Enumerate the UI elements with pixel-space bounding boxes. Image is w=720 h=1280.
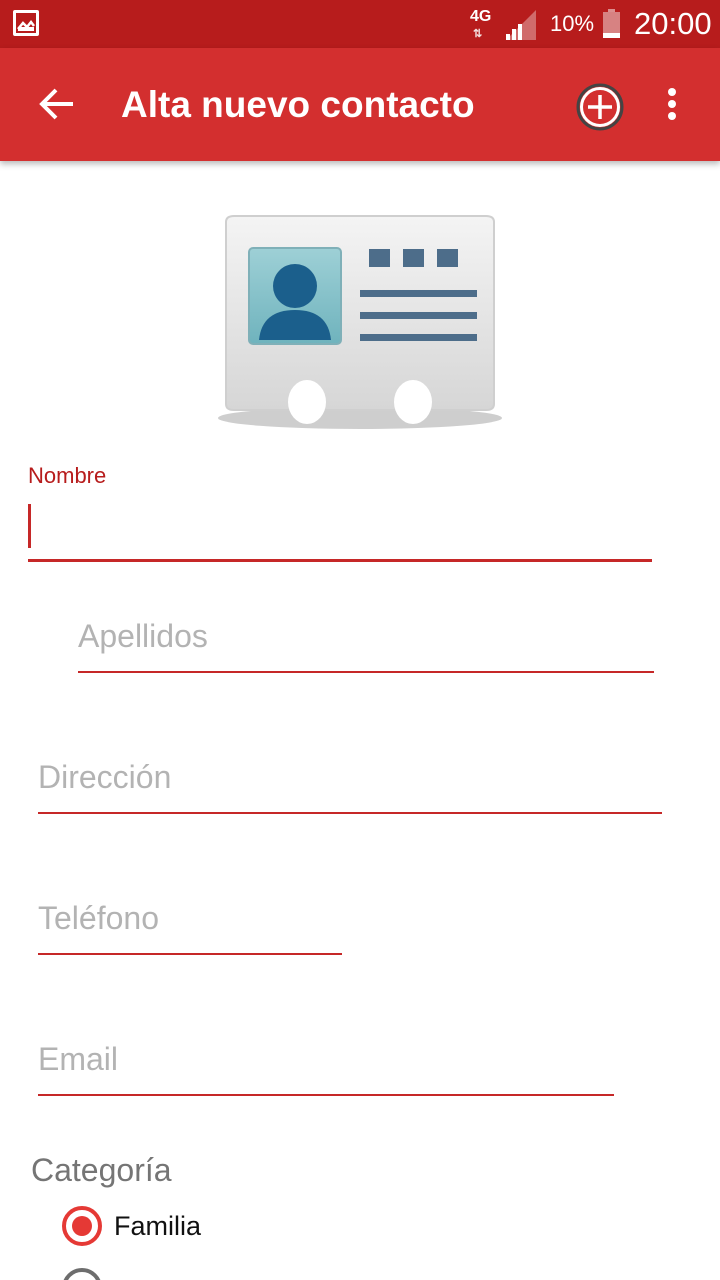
network-type: 4G [470, 8, 492, 25]
back-arrow-icon [39, 88, 73, 120]
page-title: Alta nuevo contacto [121, 84, 475, 125]
apellidos-input[interactable]: Apellidos [78, 610, 654, 674]
apellidos-underline [78, 671, 654, 673]
email-placeholder: Email [38, 1041, 119, 1077]
overflow-menu-button[interactable] [652, 84, 692, 124]
app-toolbar: Alta nuevo contacto [0, 48, 720, 161]
network-indicator: 4G ⇅ [466, 6, 500, 42]
overflow-menu-icon [668, 88, 676, 120]
nombre-label: Nombre [28, 463, 107, 488]
categoria-label: Categoría [31, 1152, 172, 1188]
email-underline [38, 1094, 614, 1096]
add-circle-icon [576, 83, 624, 131]
nombre-underline [28, 559, 652, 562]
text-caret [28, 504, 31, 548]
add-contact-button[interactable] [574, 81, 626, 133]
nombre-input[interactable] [28, 498, 652, 562]
battery-percent: 10% [550, 11, 595, 36]
apellidos-placeholder: Apellidos [78, 618, 208, 654]
radio-second[interactable] [62, 1268, 102, 1280]
radio-familia[interactable] [62, 1206, 102, 1246]
contact-card-icon [218, 215, 502, 429]
signal-icon [506, 10, 536, 40]
direccion-input[interactable]: Dirección [38, 751, 662, 815]
email-input[interactable]: Email [38, 1033, 614, 1097]
telefono-underline [38, 953, 342, 955]
telefono-placeholder: Teléfono [38, 900, 159, 936]
back-button[interactable] [30, 78, 82, 130]
status-bar: 4G ⇅ 10% 20:00 [0, 0, 720, 48]
battery-icon [603, 9, 620, 38]
direccion-placeholder: Dirección [38, 759, 172, 795]
direccion-underline [38, 812, 662, 814]
gallery-icon [13, 10, 39, 36]
status-time: 20:00 [634, 6, 712, 41]
radio-familia-label: Familia [114, 1211, 202, 1241]
telefono-input[interactable]: Teléfono [38, 892, 342, 956]
data-arrows-icon: ⇅ [473, 28, 482, 40]
add-contact-screen: 4G ⇅ 10% 20:00 Alta nuevo contacto Nombr… [0, 0, 720, 1280]
